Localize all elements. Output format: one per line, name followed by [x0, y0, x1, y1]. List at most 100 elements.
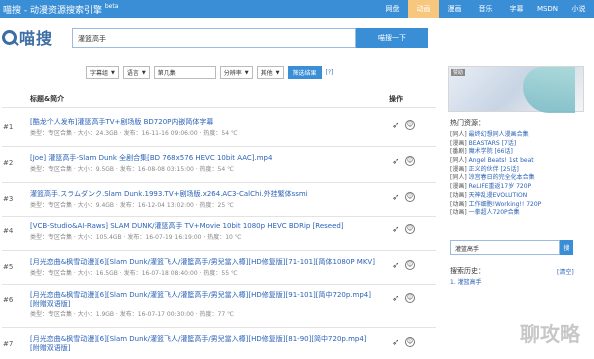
chevron-down-icon: ▼: [275, 69, 280, 76]
hot-item-link[interactable]: 一拳超人720P合集: [469, 209, 520, 216]
sidebar-search-button[interactable]: 搜: [560, 240, 573, 255]
hot-item-category: [同人]: [450, 131, 467, 138]
help-link[interactable]: [?]: [326, 69, 334, 76]
filter-label: 其他: [260, 70, 273, 77]
ad-banner[interactable]: 赞助: [448, 66, 584, 113]
row-number: #2: [3, 159, 14, 167]
filter-label: 字幕组: [90, 70, 109, 77]
nav-item-msdn[interactable]: MSDN: [532, 0, 563, 18]
hot-item[interactable]: [漫画] 正义的伙伴 [25话]: [450, 164, 541, 173]
search-history-title: 搜索历史：: [450, 267, 485, 275]
search-button[interactable]: 喵搜一下: [356, 28, 428, 48]
nav-item-subtitles[interactable]: 字幕: [501, 0, 532, 18]
filter-label: 第几集: [157, 70, 176, 77]
divider: [2, 107, 436, 108]
nav-item-anime[interactable]: 动画: [408, 0, 439, 18]
nav-item-manga[interactable]: 漫画: [439, 0, 470, 18]
ad-tag: 赞助: [451, 69, 466, 76]
hot-item[interactable]: [漫画] BEASTARS [7话]: [450, 138, 541, 147]
result-meta: 类型：专区合集 · 大小：16.5GB · 发布：16-07-18 08:40:…: [30, 270, 238, 277]
col-title-header: 标题&简介: [30, 95, 65, 103]
hot-item-category: [动画]: [450, 209, 467, 217]
result-row: #1 [酷龙个人发布]灌篮高手TV+剧场版 BD720P内嵌简体字幕 类型：专区…: [0, 110, 440, 146]
filter-bar: 字幕组 ▼ 语言 ▼ 第几集 分辨率 ▼ 其他 ▼ 筛选结果 [?]: [86, 66, 333, 79]
download-icon[interactable]: ➶: [392, 121, 400, 131]
result-title-link[interactable]: [酷龙个人发布]灌篮高手TV+剧场版 BD720P内嵌简体字幕: [30, 117, 213, 127]
result-meta: 类型：专区合集 · 大小：1.9GB · 发布：16-07-17 00:30:0…: [30, 311, 234, 318]
download-icon[interactable]: ➶: [392, 261, 400, 271]
nav-item-netdisk[interactable]: 网盘: [377, 0, 408, 18]
hot-item[interactable]: [同人] 最终幻想同人漫画合集: [450, 129, 541, 138]
hot-item-link[interactable]: 最终幻想同人漫画合集: [469, 131, 529, 138]
chevron-down-icon: ▼: [111, 69, 115, 76]
history-item[interactable]: 1. 灌篮高手: [450, 277, 482, 286]
result-meta: 类型：专区合集 · 大小：9.4GB · 发布：16-12-04 13:02:0…: [30, 202, 234, 209]
result-title-link-cont[interactable]: [附赠双语版]: [30, 299, 70, 309]
download-icon[interactable]: ➶: [392, 338, 400, 348]
favorite-icon[interactable]: ☺: [405, 156, 415, 166]
result-title-link[interactable]: 灌篮高手.スラムダンク.Slam Dunk.1993.TV+剧场版.x264.A…: [30, 189, 308, 199]
logo[interactable]: 喵搜: [2, 26, 53, 48]
result-row: #4 [VCB-Studio&AI-Raws] SLAM DUNK/灌篮高手 T…: [0, 214, 440, 250]
hot-item[interactable]: [动画] 天神乱漫EVOLUTION: [450, 190, 541, 199]
result-row: #2 [Joe] 灌篮高手-Slam Dunk 全剧合集[BD 768x576 …: [0, 146, 440, 182]
top-bar: 喵搜 - 动漫资源搜索引擎 beta 网盘 动画 漫画 音乐 字幕 MSDN 小…: [0, 0, 594, 18]
result-title-link[interactable]: [月光恋曲&枫雪动漫][6][Slam Dunk/灌篮飞人/灌籃高手/男兒當入樽…: [30, 334, 367, 344]
hot-resources-list: [同人] 最终幻想同人漫画合集 [漫画] BEASTARS [7话] [番剧] …: [450, 129, 541, 216]
beta-badge: beta: [104, 2, 119, 10]
main-nav: 网盘 动画 漫画 音乐 字幕 MSDN 小说: [377, 0, 594, 18]
favorite-icon[interactable]: ☺: [405, 260, 415, 270]
result-row: #7 [月光恋曲&枫雪动漫][6][Slam Dunk/灌篮飞人/灌籃高手/男兒…: [0, 327, 440, 359]
row-number: #3: [3, 195, 14, 203]
search-input[interactable]: 灌篮高手: [72, 28, 356, 48]
hot-item[interactable]: [漫画] ReLIFE重返17岁 720P: [450, 181, 541, 190]
magnifier-icon: [2, 29, 17, 45]
sidebar-search-input[interactable]: 灌篮高手: [450, 240, 560, 255]
filter-button[interactable]: 筛选结果: [287, 66, 322, 79]
hot-item-category: [动画]: [450, 191, 467, 199]
filter-subgroup-select[interactable]: 字幕组 ▼: [86, 66, 119, 79]
row-number: #1: [3, 123, 14, 131]
download-icon[interactable]: ➶: [392, 294, 400, 304]
download-icon[interactable]: ➶: [392, 193, 400, 203]
filter-other-select[interactable]: 其他 ▼: [256, 66, 284, 79]
nav-item-music[interactable]: 音乐: [470, 0, 501, 18]
result-row: #3 灌篮高手.スラムダンク.Slam Dunk.1993.TV+剧场版.x26…: [0, 182, 440, 218]
result-title-link-cont[interactable]: [附赠双语版]: [30, 343, 70, 353]
col-action-header: 操作: [389, 95, 403, 103]
row-number: #5: [3, 263, 14, 271]
site-title-text: 喵搜 - 动漫资源搜索引擎: [3, 5, 102, 16]
hot-item[interactable]: [动画] 一拳超人720P合集: [450, 207, 541, 216]
result-row: #5 [月光恋曲&枫雪动漫][6][Slam Dunk/灌篮飞人/灌籃高手/男兒…: [0, 250, 440, 286]
site-title[interactable]: 喵搜 - 动漫资源搜索引擎 beta: [0, 3, 377, 16]
download-icon[interactable]: ➶: [392, 157, 400, 167]
download-icon[interactable]: ➶: [392, 225, 400, 235]
result-row: #6 [月光恋曲&枫雪动漫][6][Slam Dunk/灌篮飞人/灌籃高手/男兒…: [0, 283, 440, 325]
favorite-icon[interactable]: ☺: [405, 293, 415, 303]
hot-item[interactable]: [同人] Angel Beats! 1st beat: [450, 155, 541, 164]
row-number: #6: [3, 296, 14, 304]
hot-item-link[interactable]: 天神乱漫EVOLUTION: [469, 192, 528, 199]
result-title-link[interactable]: [Joe] 灌篮高手-Slam Dunk 全剧合集[BD 768x576 HEV…: [30, 153, 272, 163]
result-title-link[interactable]: [月光恋曲&枫雪动漫][6][Slam Dunk/灌篮飞人/灌籃高手/男兒當入樽…: [30, 290, 371, 300]
clear-history-link[interactable]: [清空]: [557, 267, 574, 276]
chevron-down-icon: ▼: [244, 69, 249, 76]
row-number: #7: [3, 340, 14, 348]
hot-item[interactable]: [动画] 工作细胞!Working!! 720P: [450, 199, 541, 208]
favorite-icon[interactable]: ☺: [405, 192, 415, 202]
favorite-icon[interactable]: ☺: [405, 337, 415, 347]
favorite-icon[interactable]: ☺: [405, 120, 415, 130]
watermark: 聊攻略: [520, 322, 580, 346]
hot-item[interactable]: [番剧] 魔术学院 [66话]: [450, 146, 541, 155]
result-title-link[interactable]: [月光恋曲&枫雪动漫][6][Slam Dunk/灌篮飞人/灌籃高手/男兒當入樽…: [30, 257, 375, 267]
favorite-icon[interactable]: ☺: [405, 224, 415, 234]
row-number: #4: [3, 227, 14, 235]
filter-language-select[interactable]: 语言 ▼: [122, 66, 150, 79]
hot-resources-title: 热门资源：: [450, 119, 485, 127]
hot-item[interactable]: [同人] 凉宫春日的完全化本合集: [450, 172, 541, 181]
nav-item-novel[interactable]: 小说: [563, 0, 594, 18]
result-meta: 类型：专区合集 · 大小：105.4GB · 发布：16-07-19 16:19…: [30, 234, 242, 241]
result-title-link[interactable]: [VCB-Studio&AI-Raws] SLAM DUNK/灌篮高手 TV+M…: [30, 221, 344, 231]
filter-resolution-select[interactable]: 分辨率 ▼: [219, 66, 253, 79]
filter-episode-input[interactable]: 第几集: [153, 66, 216, 79]
